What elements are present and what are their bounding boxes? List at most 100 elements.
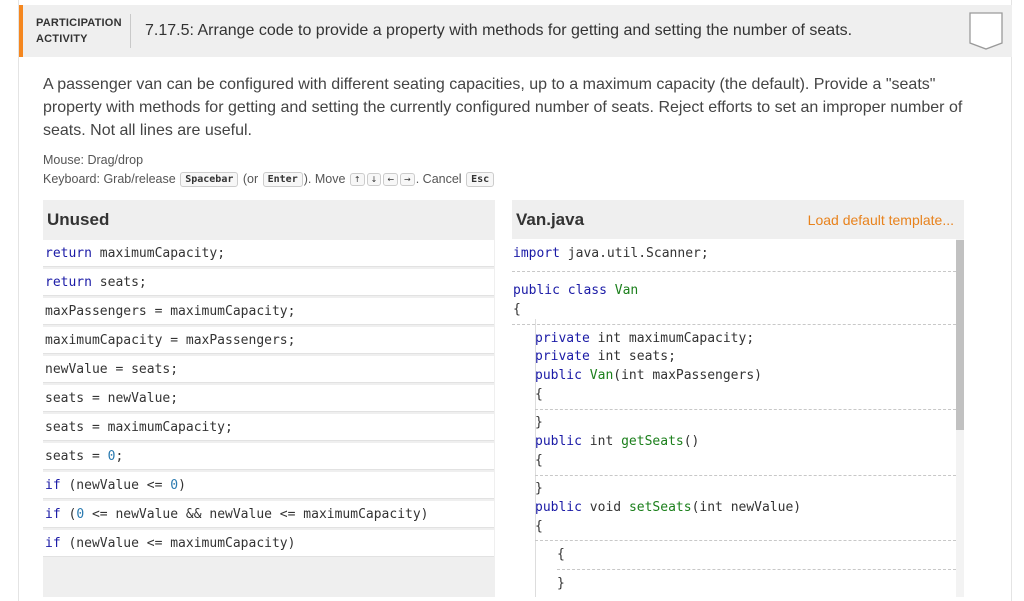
code-line-ctor-close: }: [535, 415, 543, 430]
code-line-set-open: {: [535, 519, 543, 534]
private-keyword: private: [535, 331, 590, 346]
public-keyword: public: [535, 434, 582, 449]
code-block[interactable]: if (newValue <= 0): [43, 472, 494, 499]
code-line-inner-open: {: [557, 547, 565, 562]
code-line-get-close: }: [535, 481, 543, 496]
code-text: ): [178, 478, 186, 493]
drop-zone-divider: [535, 475, 956, 476]
code-block[interactable]: return maximumCapacity;: [43, 240, 494, 267]
code-block-text: if (0 <= newValue && newValue <= maximum…: [45, 507, 429, 522]
constructor-name: Van: [589, 368, 614, 383]
van-panel-title: Van.java: [516, 210, 585, 229]
code-line-setseats: public void setSeats(int newValue): [535, 500, 801, 515]
code-block[interactable]: maxPassengers = maximumCapacity;: [43, 298, 494, 325]
class-name: Van: [614, 283, 639, 298]
code-block-text: maxPassengers = maximumCapacity;: [45, 304, 295, 319]
import-keyword: import: [513, 246, 560, 261]
load-default-template-link[interactable]: Load default template...: [808, 212, 954, 228]
participation-label-line2: ACTIVITY: [36, 33, 88, 45]
field-capacity-text: int maximumCapacity;: [589, 331, 755, 346]
private-keyword: private: [535, 349, 590, 364]
number-literal: 0: [76, 507, 85, 522]
return-type: int: [581, 434, 622, 449]
header-divider: [130, 14, 131, 48]
code-line-ctor-open: {: [535, 387, 543, 402]
code-text: seats =: [45, 449, 108, 464]
code-editor-area[interactable]: import java.util.Scanner; public class V…: [512, 239, 956, 597]
drop-zone-divider: [535, 540, 956, 541]
code-line-field-seats: private int seats;: [535, 349, 676, 364]
setseats-name: setSeats: [628, 500, 692, 515]
code-block[interactable]: newValue = seats;: [43, 356, 494, 383]
header-accent-bar: [19, 5, 23, 57]
code-text: newValue = seats;: [45, 362, 179, 377]
code-line-get-open: {: [535, 453, 543, 468]
move-text: ). Move: [303, 172, 346, 186]
scrollbar-thumb[interactable]: [956, 240, 964, 430]
code-text: maximumCapacity = maxPassengers;: [45, 333, 296, 348]
code-block[interactable]: if (newValue <= maximumCapacity): [43, 530, 494, 557]
import-text: java.util.Scanner;: [559, 246, 709, 261]
code-text: seats = maximumCapacity;: [45, 420, 233, 435]
code-block-text: return maximumCapacity;: [45, 246, 225, 261]
key-right-icon: →: [400, 173, 415, 187]
activity-header: PARTICIPATION ACTIVITY 7.17.5: Arrange c…: [19, 5, 1012, 57]
code-text: (newValue <= maximumCapacity): [60, 536, 296, 551]
return-type: void: [581, 500, 629, 515]
chevron-badge-icon: [969, 12, 1003, 50]
code-line-field-capacity: private int maximumCapacity;: [535, 331, 754, 346]
key-down-icon: ↓: [366, 173, 382, 187]
drop-zone-divider: [557, 569, 956, 570]
code-block-text: if (newValue <= 0): [45, 478, 186, 493]
key-spacebar: Spacebar: [180, 172, 239, 188]
code-line-inner-close: }: [557, 576, 565, 591]
code-block[interactable]: return seats;: [43, 269, 494, 296]
activity-title: 7.17.5: Arrange code to provide a proper…: [145, 22, 853, 39]
drop-zone-divider: [535, 409, 956, 410]
code-line-getseats: public int getSeats(): [535, 434, 699, 449]
class-keyword: class: [567, 283, 607, 298]
keyboard-instructions: Keyboard: Grab/release Spacebar (or Ente…: [43, 172, 495, 188]
activity-description: A passenger van can be configured with d…: [43, 76, 963, 139]
code-block-text: return seats;: [45, 275, 147, 290]
code-block[interactable]: seats = maximumCapacity;: [43, 414, 494, 441]
public-keyword: public: [535, 368, 582, 383]
code-line-class-decl: public class Van: [513, 283, 638, 298]
code-text: (newValue <=: [60, 478, 171, 493]
key-left-icon: ←: [383, 173, 399, 187]
code-block-text: seats = newValue;: [45, 391, 178, 406]
code-block-text: newValue = seats;: [45, 362, 178, 377]
constructor-params: (int maxPassengers): [613, 368, 762, 383]
code-line-constructor: public Van(int maxPassengers): [535, 368, 762, 383]
field-seats-text: int seats;: [589, 349, 676, 364]
code-line-class-open: {: [513, 302, 521, 317]
public-keyword: public: [535, 500, 582, 515]
participation-label-line1: PARTICIPATION: [36, 17, 122, 29]
code-block[interactable]: maximumCapacity = maxPassengers;: [43, 327, 494, 354]
code-block-text: if (newValue <= maximumCapacity): [45, 536, 295, 551]
code-block[interactable]: if (0 <= newValue && newValue <= maximum…: [43, 501, 494, 528]
getseats-params: (): [683, 434, 700, 449]
code-text: <= newValue && newValue <= maximumCapaci…: [84, 507, 429, 522]
van-java-panel[interactable]: Van.java Load default template... import…: [512, 200, 964, 597]
key-up-icon: ↑: [349, 173, 365, 187]
code-block[interactable]: seats = newValue;: [43, 385, 494, 412]
drop-zone-divider: [512, 324, 956, 325]
public-keyword: public: [513, 283, 560, 298]
unused-panel-title: Unused: [47, 210, 110, 229]
code-text: ;: [115, 449, 124, 464]
keyboard-prefix: Keyboard: Grab/release: [43, 172, 176, 186]
code-block-text: seats = maximumCapacity;: [45, 420, 233, 435]
code-text: seats;: [91, 275, 147, 290]
key-enter: Enter: [262, 172, 303, 188]
code-block-text: seats = 0;: [45, 449, 123, 464]
code-block[interactable]: seats = 0;: [43, 443, 494, 470]
code-text: maxPassengers = maximumCapacity;: [45, 304, 296, 319]
unused-panel[interactable]: Unused return maximumCapacity; return sea…: [43, 200, 495, 597]
key-esc: Esc: [466, 172, 495, 188]
mouse-instructions: Mouse: Drag/drop: [43, 153, 144, 167]
number-literal: 0: [170, 478, 179, 493]
keyword: return: [45, 246, 92, 261]
code-line-import: import java.util.Scanner;: [513, 246, 709, 261]
code-text: (: [60, 507, 77, 522]
